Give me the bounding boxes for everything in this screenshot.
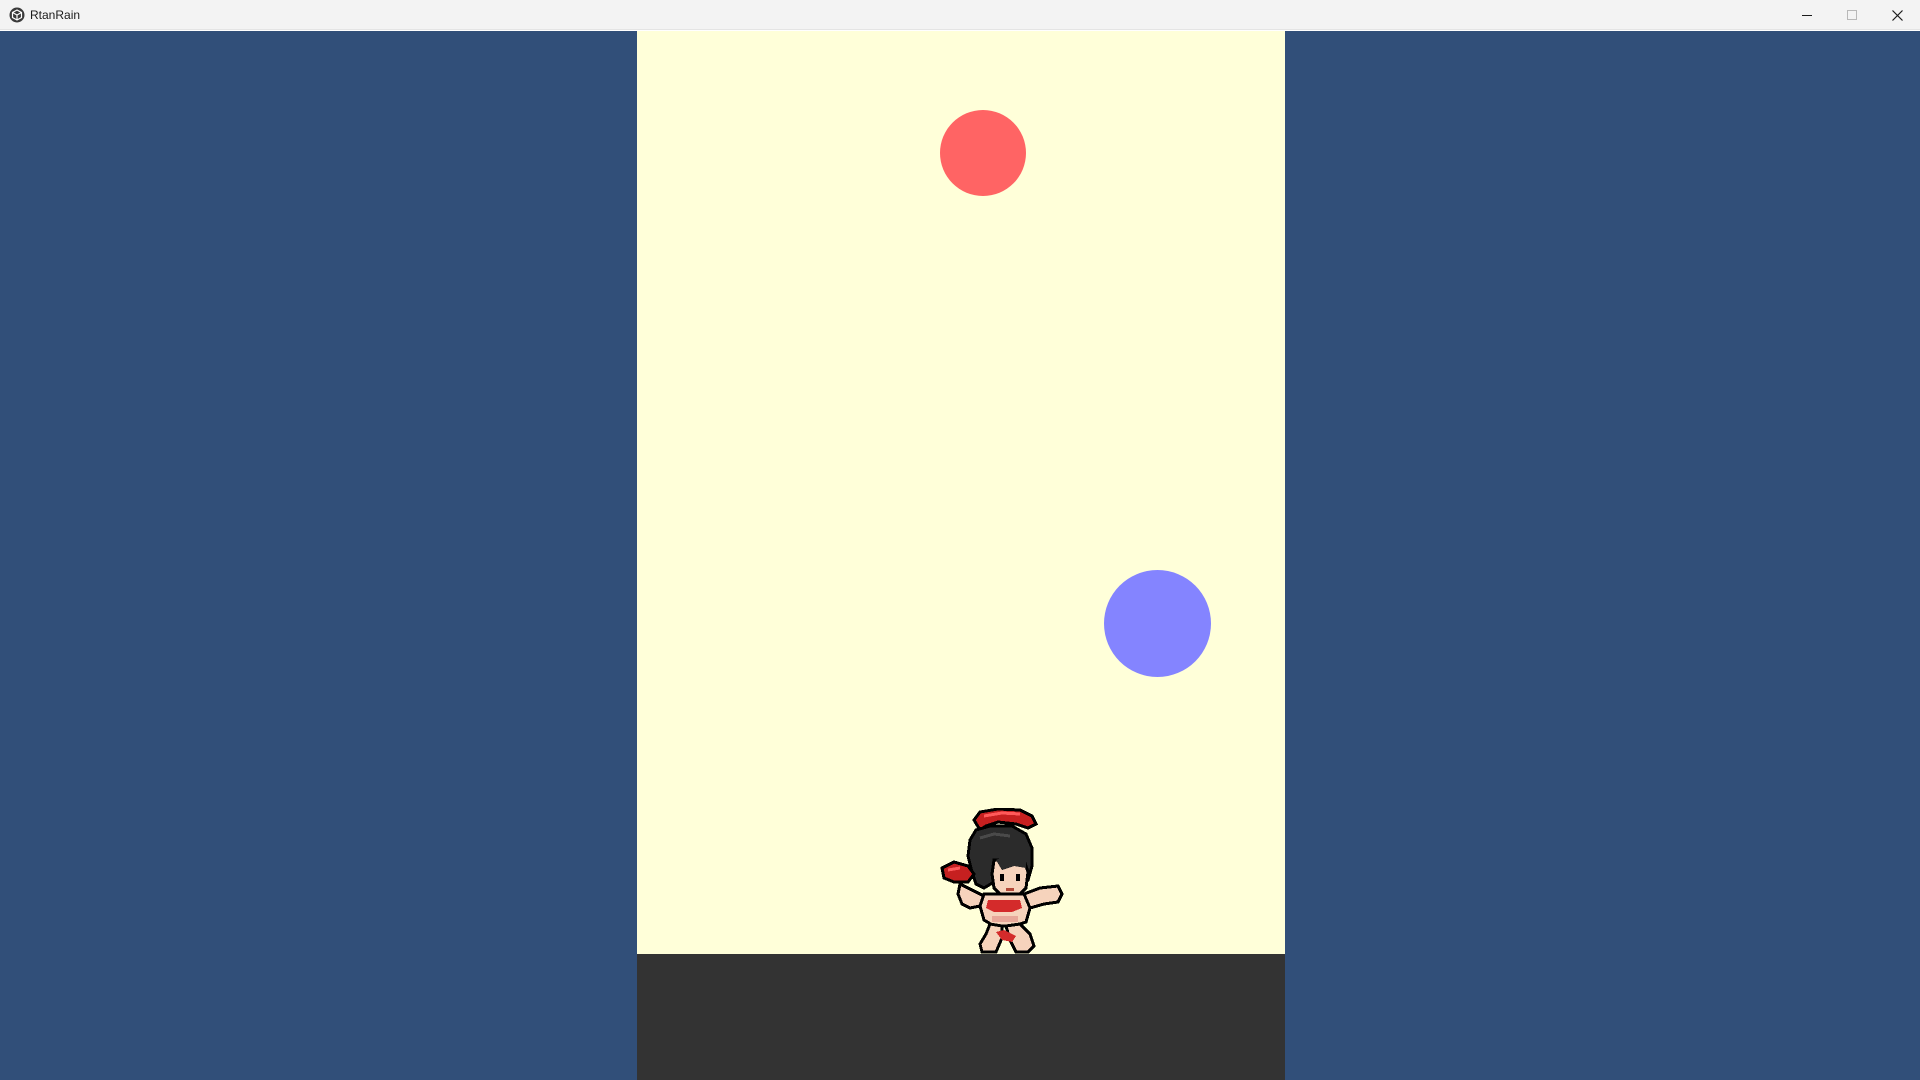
minimize-button[interactable] bbox=[1784, 0, 1830, 30]
unity-cube-icon bbox=[9, 7, 25, 23]
app-window: RtanRain bbox=[0, 0, 1920, 1080]
rtan-character bbox=[940, 808, 1064, 954]
minimize-icon bbox=[1802, 15, 1812, 16]
maximize-button[interactable] bbox=[1829, 0, 1875, 30]
title-bar[interactable]: RtanRain bbox=[0, 0, 1920, 30]
game-viewport[interactable] bbox=[0, 31, 1920, 1080]
ground bbox=[637, 954, 1285, 1080]
red-rain-drop bbox=[940, 110, 1026, 196]
close-button[interactable] bbox=[1874, 0, 1920, 30]
window-title: RtanRain bbox=[30, 8, 81, 22]
maximize-icon bbox=[1847, 10, 1857, 20]
close-icon bbox=[1891, 9, 1903, 21]
blue-rain-drop bbox=[1104, 570, 1211, 677]
